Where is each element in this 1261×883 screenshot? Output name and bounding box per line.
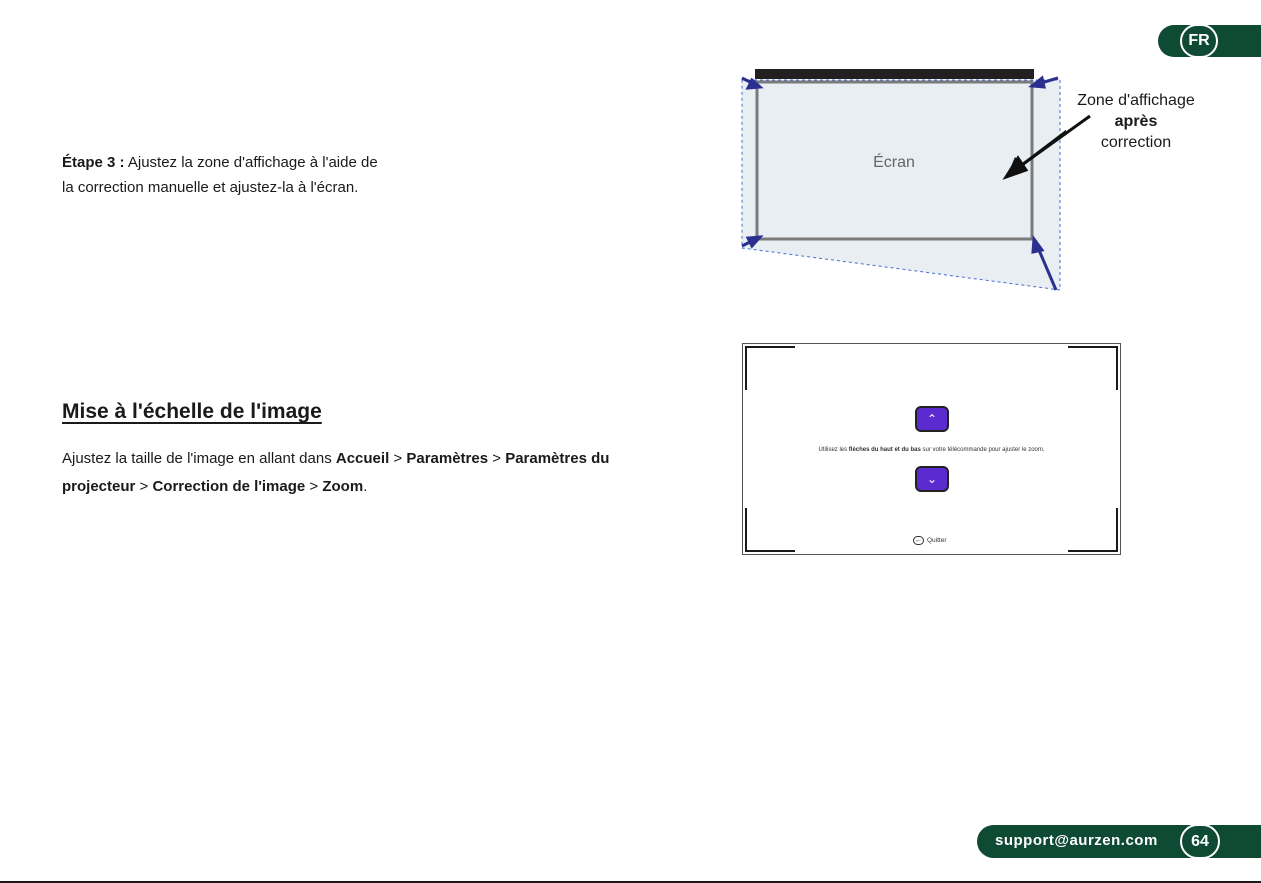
zoom-instruction: Utilisez les flèches du haut et du bas s… [743,447,1120,453]
step-text-1: Ajustez la zone d'affichage à l'aide de [124,154,378,171]
support-email[interactable]: support@aurzen.com [995,832,1158,849]
screen-label: Écran [873,152,915,171]
zoom-down-button[interactable]: ⌄ [915,466,949,492]
step-label: Étape 3 : [62,154,125,171]
zoom-screen-mockup: ⌃ Utilisez les flèches du haut et du bas… [742,343,1121,555]
zone-label: Zone d'affichage après correction [1066,90,1206,153]
chevron-down-icon: ⌄ [926,472,938,486]
path-sep: > [135,478,153,495]
step-3-paragraph: Étape 3 : Ajustez la zone d'affichage à … [62,150,482,200]
text-intro: Ajustez la taille de l'image en allant d… [62,450,336,467]
zone-label-line3: correction [1100,134,1172,151]
frame-corner-top-right [1068,346,1118,390]
path-accueil: Accueil [335,450,390,467]
back-icon: ← [913,536,924,545]
path-correction: Correction de l'image [152,478,306,495]
instr-bold: flèches du haut et du bas [848,447,921,453]
path-sep: > [305,478,323,495]
section-paragraph: Ajustez la taille de l'image en allant d… [62,445,702,501]
path-parametres-du: Paramètres du [505,450,610,467]
chevron-up-icon: ⌃ [926,412,938,426]
frame-corner-bottom-left [745,508,795,552]
step-text-2: la correction manuelle et ajustez-la à l… [62,179,359,196]
path-zoom: Zoom [322,478,364,495]
text-end: . [363,478,368,495]
keystone-diagram: Écran [741,69,1066,291]
zoom-up-button[interactable]: ⌃ [915,406,949,432]
frame-corner-top-left [745,346,795,390]
instr-post: sur votre télécommande pour ajuster le z… [920,447,1045,453]
section-title: Mise à l'échelle de l'image [62,400,322,423]
path-sep: > [488,450,506,467]
path-sep: > [389,450,407,467]
path-projecteur: projecteur [62,478,136,495]
page-number: 64 [1180,824,1220,859]
path-parametres: Paramètres [406,450,489,467]
zone-label-line1: Zone d'affichage [1077,92,1195,109]
frame-corner-bottom-right [1068,508,1118,552]
quit-hint[interactable]: ← Quitter [913,536,947,545]
screen-top-bar [755,69,1034,79]
zone-label-line2: après [1114,113,1158,130]
language-badge: FR [1180,24,1218,58]
quit-label: Quitter [927,537,947,544]
instr-pre: Utilisez les [818,447,849,453]
